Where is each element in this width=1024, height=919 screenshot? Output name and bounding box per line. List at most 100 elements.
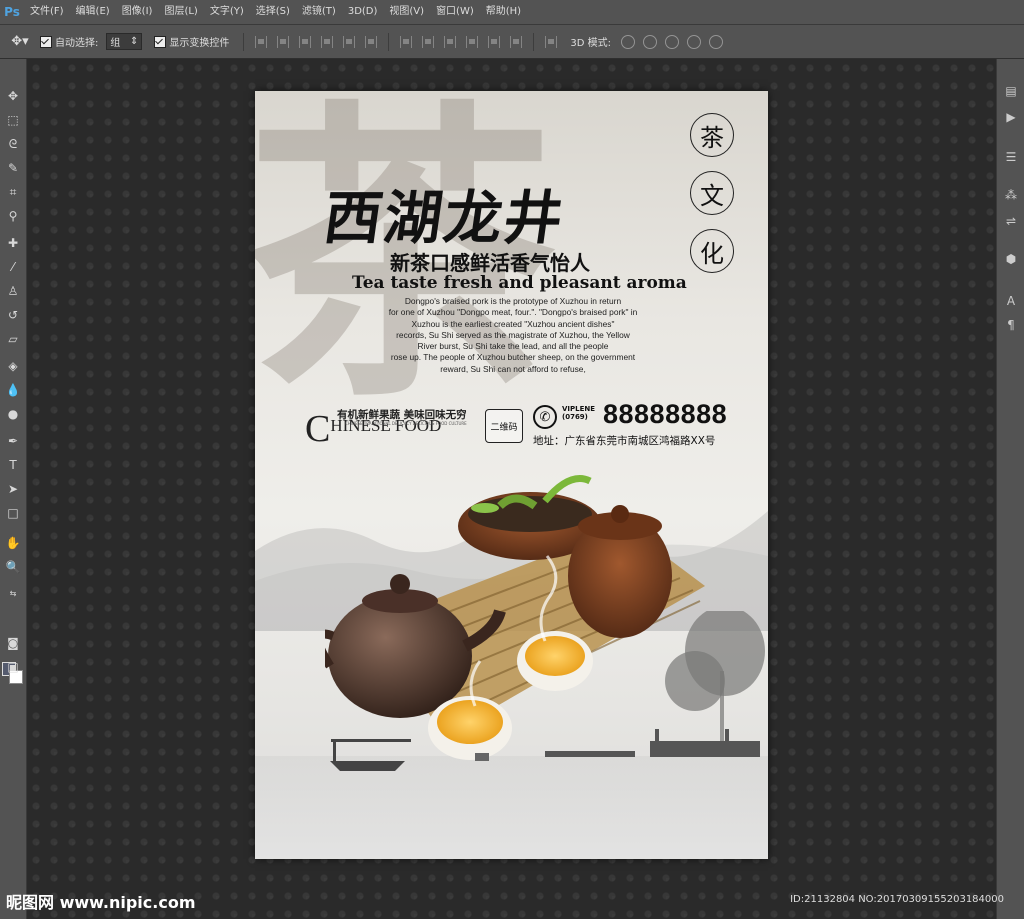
subtitle-english: Tea taste fresh and pleasant aroma bbox=[352, 273, 687, 293]
screen-mode-icon[interactable]: ▣ bbox=[3, 657, 23, 677]
boat-left bbox=[330, 739, 411, 771]
3d-panel-icon[interactable]: ⬢ bbox=[1001, 249, 1021, 269]
adjustments-panel-icon[interactable]: ⇌ bbox=[1001, 211, 1021, 231]
phone-area-code: (0769) bbox=[562, 413, 588, 421]
auto-select-dropdown[interactable]: 组 ⇕ bbox=[106, 33, 143, 50]
crop-tool-icon[interactable]: ⌗ bbox=[3, 182, 23, 202]
phone-number: 88888888 bbox=[603, 399, 728, 429]
brush-panel-icon[interactable]: ⁂ bbox=[1001, 185, 1021, 205]
poster-artboard[interactable]: 茶 西湖龙井 茶 文 化 新茶口感鲜活香气怡人 Tea taste fresh … bbox=[255, 91, 768, 859]
type-tool-icon[interactable]: T bbox=[3, 455, 23, 475]
auto-align-icon[interactable] bbox=[545, 35, 558, 48]
roll-3d-icon[interactable] bbox=[643, 34, 657, 49]
menu-type[interactable]: 文字(Y) bbox=[204, 0, 250, 24]
divider bbox=[243, 32, 245, 51]
photoshop-logo[interactable]: Ps bbox=[0, 0, 24, 24]
actions-play-icon[interactable]: ▶ bbox=[1001, 107, 1021, 127]
blur-tool-icon[interactable]: 💧 bbox=[3, 380, 23, 400]
qr-code-placeholder: 二维码 bbox=[485, 409, 523, 443]
phone-icon: ✆ bbox=[533, 405, 557, 429]
auto-select-label: 自动选择: bbox=[55, 38, 99, 49]
body-line: rose up. The people of Xuzhou butcher sh… bbox=[390, 352, 636, 363]
menu-file[interactable]: 文件(F) bbox=[24, 0, 70, 24]
scale-3d-icon[interactable] bbox=[709, 34, 723, 49]
distribute-hcenter-icon[interactable] bbox=[488, 35, 501, 48]
phone-brand: VIPLENE bbox=[562, 405, 596, 413]
healing-brush-tool-icon[interactable]: ✚ bbox=[3, 233, 23, 253]
options-bar: ✥▾ 自动选择: 组 ⇕ 显示变换控件 3D 模式: bbox=[0, 25, 1024, 59]
mode-3d-label: 3D 模式: bbox=[570, 38, 611, 49]
eyedropper-tool-icon[interactable]: ⚲ bbox=[3, 206, 23, 226]
paragraph-panel-icon[interactable]: ¶ bbox=[1001, 315, 1021, 335]
align-vcenter-icon[interactable] bbox=[277, 35, 290, 48]
zoom-tool-icon[interactable]: 🔍 bbox=[3, 557, 23, 577]
rectangle-tool-icon[interactable]: □ bbox=[3, 503, 23, 523]
distribute-vcenter-icon[interactable] bbox=[422, 35, 435, 48]
menu-3d[interactable]: 3D(D) bbox=[342, 0, 384, 24]
swap-colors-icon[interactable]: ⇆ bbox=[3, 583, 23, 603]
character-panel-icon[interactable]: A bbox=[1001, 291, 1021, 311]
dodge-tool-icon[interactable]: ● bbox=[3, 404, 23, 424]
fine-print: CHINESE TRADITIONAL DELICACY DELICIOUS F… bbox=[345, 421, 467, 426]
hand-tool-icon[interactable]: ✋ bbox=[3, 533, 23, 553]
align-hcenter-icon[interactable] bbox=[343, 35, 356, 48]
poster-body-text: Dongpo's braised pork is the prototype o… bbox=[373, 296, 653, 375]
watermark-logo: 昵图网 www.nipic.com bbox=[6, 893, 196, 912]
body-line: Xuzhou is the earliest created "Xuzhou a… bbox=[411, 318, 615, 329]
eraser-tool-icon[interactable]: ▱ bbox=[3, 329, 23, 349]
distribute-left-icon[interactable] bbox=[466, 35, 479, 48]
body-line: Dongpo's braised pork is the prototype o… bbox=[404, 296, 622, 306]
menu-edit[interactable]: 编辑(E) bbox=[70, 0, 116, 24]
move-tool-icon[interactable]: ✥ bbox=[3, 86, 23, 106]
menu-window[interactable]: 窗口(W) bbox=[430, 0, 480, 24]
address: 地址：广东省东莞市南城区鸿福路XX号 bbox=[533, 435, 716, 447]
align-left-icon[interactable] bbox=[321, 35, 334, 48]
marquee-tool-icon[interactable]: ⬚ bbox=[3, 110, 23, 130]
divider bbox=[533, 32, 535, 51]
move-tool-preset-icon[interactable]: ✥▾ bbox=[0, 34, 40, 49]
watermark-id: ID:21132804 NO:20170309155203184000 bbox=[790, 894, 1004, 905]
checkbox-icon bbox=[154, 35, 167, 48]
clone-stamp-tool-icon[interactable]: ♙ bbox=[3, 281, 23, 301]
panel-dock: ▤ ▶ ☰ ⁂ ⇌ ⬢ A ¶ bbox=[996, 59, 1024, 919]
path-select-tool-icon[interactable]: ➤ bbox=[3, 479, 23, 499]
distribute-bottom-icon[interactable] bbox=[444, 35, 457, 48]
lasso-tool-icon[interactable]: ᘓ bbox=[3, 134, 23, 154]
pier bbox=[545, 729, 760, 757]
distribute-top-icon[interactable] bbox=[400, 35, 413, 48]
history-panel-icon[interactable]: ▤ bbox=[1001, 81, 1021, 101]
rotate-3d-icon[interactable] bbox=[621, 34, 635, 49]
subtitle-chinese: 新茶口感鲜活香气怡人 bbox=[390, 251, 590, 275]
distribute-right-icon[interactable] bbox=[510, 35, 523, 48]
menu-image[interactable]: 图像(I) bbox=[116, 0, 159, 24]
history-brush-tool-icon[interactable]: ↺ bbox=[3, 305, 23, 325]
slide-3d-icon[interactable] bbox=[687, 34, 701, 49]
body-line: records, Su Shi served as the magistrate… bbox=[396, 329, 630, 340]
menu-help[interactable]: 帮助(H) bbox=[480, 0, 527, 24]
pen-tool-icon[interactable]: ✒ bbox=[3, 431, 23, 451]
auto-select-checkbox[interactable]: 自动选择: bbox=[40, 34, 98, 49]
auto-select-value: 组 bbox=[110, 38, 121, 49]
menu-bar: Ps 文件(F) 编辑(E) 图像(I) 图层(L) 文字(Y) 选择(S) 滤… bbox=[0, 0, 1024, 25]
divider bbox=[388, 32, 390, 51]
quick-mask-icon[interactable]: ◙ bbox=[3, 633, 23, 653]
show-transform-checkbox[interactable]: 显示变换控件 bbox=[154, 34, 229, 49]
align-right-icon[interactable] bbox=[365, 35, 378, 48]
menu-view[interactable]: 视图(V) bbox=[383, 0, 430, 24]
info-row: CHINESE FOOD 有机新鲜果蔬 美味回味无穷 CHINESE TRADI… bbox=[305, 399, 735, 448]
body-line: River burst, Su Shi take the lead, and a… bbox=[417, 341, 609, 352]
checkbox-icon bbox=[40, 35, 52, 48]
menu-filter[interactable]: 滤镜(T) bbox=[296, 0, 342, 24]
quick-select-tool-icon[interactable]: ✎ bbox=[3, 158, 23, 178]
paint-bucket-tool-icon[interactable]: ◈ bbox=[3, 356, 23, 376]
menu-select[interactable]: 选择(S) bbox=[250, 0, 296, 24]
align-top-icon[interactable] bbox=[255, 35, 268, 48]
properties-panel-icon[interactable]: ☰ bbox=[1001, 147, 1021, 167]
phone-label: VIPLENE (0769) bbox=[562, 405, 595, 421]
brush-tool-icon[interactable]: ⁄ bbox=[3, 257, 23, 277]
seal-char-3: 化 bbox=[690, 229, 734, 273]
menu-layer[interactable]: 图层(L) bbox=[158, 0, 203, 24]
align-bottom-icon[interactable] bbox=[299, 35, 312, 48]
pan-3d-icon[interactable] bbox=[665, 34, 679, 49]
slogan: 有机新鲜果蔬 美味回味无穷 bbox=[337, 409, 467, 421]
